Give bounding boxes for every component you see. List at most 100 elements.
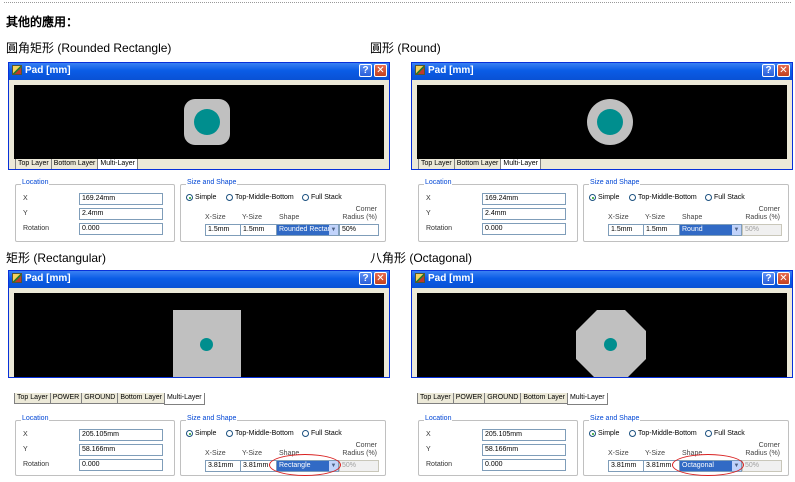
highlight-ellipse: [269, 454, 341, 476]
close-icon[interactable]: ✕: [777, 272, 790, 285]
size-shape-group: Size and Shape Simple Top-Middle-Bottom …: [180, 415, 386, 476]
xsize-input[interactable]: 3.81mm: [608, 460, 644, 472]
rotation-input[interactable]: 0.000: [79, 223, 163, 235]
radio-dot: [629, 430, 636, 437]
col-corner-label: Corner Radius (%): [745, 442, 780, 457]
radio-top-middle-bottom[interactable]: Top-Middle-Bottom: [629, 430, 697, 437]
radio-simple[interactable]: Simple: [186, 194, 216, 201]
xsize-input[interactable]: 1.5mm: [205, 224, 241, 236]
radio-dot: [705, 430, 712, 437]
location-title: Location: [424, 179, 453, 186]
title-bar[interactable]: Pad [mm] ? ✕: [9, 63, 389, 80]
app-icon: [12, 273, 22, 283]
close-icon[interactable]: ✕: [777, 64, 790, 77]
radio-full-stack[interactable]: Full Stack: [302, 194, 342, 201]
radio-full-stack[interactable]: Full Stack: [705, 194, 745, 201]
radio-top-middle-bottom[interactable]: Top-Middle-Bottom: [629, 194, 697, 201]
close-icon[interactable]: ✕: [374, 64, 387, 77]
radio-top-middle-bottom[interactable]: Top-Middle-Bottom: [226, 194, 294, 201]
help-icon[interactable]: ?: [762, 272, 775, 285]
radio-simple-label: Simple: [598, 430, 620, 437]
radio-tmb-label: Top-Middle-Bottom: [638, 430, 697, 437]
app-icon: [415, 273, 425, 283]
tab-top-layer[interactable]: Top Layer: [418, 159, 455, 169]
tab-bottom-layer[interactable]: Bottom Layer: [520, 393, 568, 404]
corner-radius-input[interactable]: 50%: [339, 224, 379, 236]
corner-radius-input: 50%: [742, 460, 782, 472]
tab-top-layer[interactable]: Top Layer: [14, 393, 51, 404]
x-input[interactable]: 205.105mm: [482, 429, 566, 441]
tab-top-layer[interactable]: Top Layer: [15, 159, 52, 169]
layer-tabs: Top Layer POWER GROUND Bottom Layer Mult…: [417, 393, 608, 405]
radio-simple[interactable]: Simple: [186, 430, 216, 437]
tab-multi-layer[interactable]: Multi-Layer: [163, 393, 205, 405]
tab-multi-layer[interactable]: Multi-Layer: [500, 159, 542, 169]
ysize-input[interactable]: 1.5mm: [643, 224, 680, 236]
ysize-input[interactable]: 1.5mm: [240, 224, 277, 236]
chevron-down-icon[interactable]: ▼: [329, 225, 338, 235]
col-xsize-label: X-Size: [205, 214, 226, 221]
rotation-input[interactable]: 0.000: [482, 223, 566, 235]
x-input[interactable]: 169.24mm: [79, 193, 163, 205]
pad-preview: [14, 293, 384, 377]
y-input[interactable]: 58.166mm: [79, 444, 163, 456]
help-icon[interactable]: ?: [359, 64, 372, 77]
shape-select[interactable]: Round ▼: [679, 224, 742, 236]
col-shape-label: Shape: [279, 214, 300, 221]
radio-top-middle-bottom[interactable]: Top-Middle-Bottom: [226, 430, 294, 437]
tab-power[interactable]: POWER: [452, 393, 486, 404]
tab-multi-layer[interactable]: Multi-Layer: [97, 159, 139, 169]
pad-hole: [604, 338, 617, 351]
help-icon[interactable]: ?: [359, 272, 372, 285]
title-bar[interactable]: Pad [mm] ? ✕: [9, 271, 389, 288]
location-title: Location: [21, 415, 50, 422]
xsize-input[interactable]: 3.81mm: [205, 460, 241, 472]
layer-tabs: Top Layer Bottom Layer Multi-Layer: [418, 159, 542, 169]
tab-ground[interactable]: GROUND: [81, 393, 119, 404]
radio-dot: [226, 430, 233, 437]
size-shape-title: Size and Shape: [589, 179, 641, 186]
location-title: Location: [21, 179, 50, 186]
tab-multi-layer[interactable]: Multi-Layer: [566, 393, 608, 405]
col-ysize-label: Y-Size: [242, 450, 262, 457]
close-icon[interactable]: ✕: [374, 272, 387, 285]
x-input[interactable]: 169.24mm: [482, 193, 566, 205]
x-input[interactable]: 205.105mm: [79, 429, 163, 441]
pad-dialog-rounded: Pad [mm] ? ✕ Top Layer Bottom Layer Mult…: [8, 62, 390, 170]
help-icon[interactable]: ?: [762, 64, 775, 77]
tab-top-layer[interactable]: Top Layer: [417, 393, 454, 404]
dotted-divider: [4, 2, 791, 3]
tab-power[interactable]: POWER: [49, 393, 83, 404]
y-input[interactable]: 2.4mm: [482, 208, 566, 220]
tab-ground[interactable]: GROUND: [484, 393, 522, 404]
col-corner-label: Corner Radius (%): [745, 206, 780, 221]
shape-select[interactable]: Rounded Rectang ▼: [276, 224, 339, 236]
radio-dot: [705, 194, 712, 201]
pad-preview: [417, 85, 787, 159]
tab-bottom-layer[interactable]: Bottom Layer: [453, 159, 502, 169]
title-bar[interactable]: Pad [mm] ? ✕: [412, 63, 792, 80]
pad-dialog-rectangular: Pad [mm] ? ✕: [8, 270, 390, 378]
radio-full-stack-label: Full Stack: [311, 430, 342, 437]
rotation-label: Rotation: [426, 225, 453, 232]
pad-hole: [597, 109, 623, 135]
col-corner-label: Corner Radius (%): [342, 206, 377, 221]
radio-full-stack[interactable]: Full Stack: [302, 430, 342, 437]
tab-bottom-layer[interactable]: Bottom Layer: [117, 393, 165, 404]
chevron-down-icon[interactable]: ▼: [732, 225, 741, 235]
y-input[interactable]: 58.166mm: [482, 444, 566, 456]
rotation-input[interactable]: 0.000: [482, 459, 566, 471]
xsize-input[interactable]: 1.5mm: [608, 224, 644, 236]
title-bar[interactable]: Pad [mm] ? ✕: [412, 271, 792, 288]
radio-full-stack[interactable]: Full Stack: [705, 430, 745, 437]
location-title: Location: [424, 415, 453, 422]
location-group: Location X 169.24mm Y 2.4mm Rotation 0.0…: [418, 179, 578, 242]
tab-bottom-layer[interactable]: Bottom Layer: [50, 159, 99, 169]
col-shape-label: Shape: [682, 214, 703, 221]
pad-hole: [194, 109, 220, 135]
pad-hole: [200, 338, 213, 351]
radio-simple[interactable]: Simple: [589, 194, 619, 201]
rotation-input[interactable]: 0.000: [79, 459, 163, 471]
radio-simple[interactable]: Simple: [589, 430, 619, 437]
y-input[interactable]: 2.4mm: [79, 208, 163, 220]
